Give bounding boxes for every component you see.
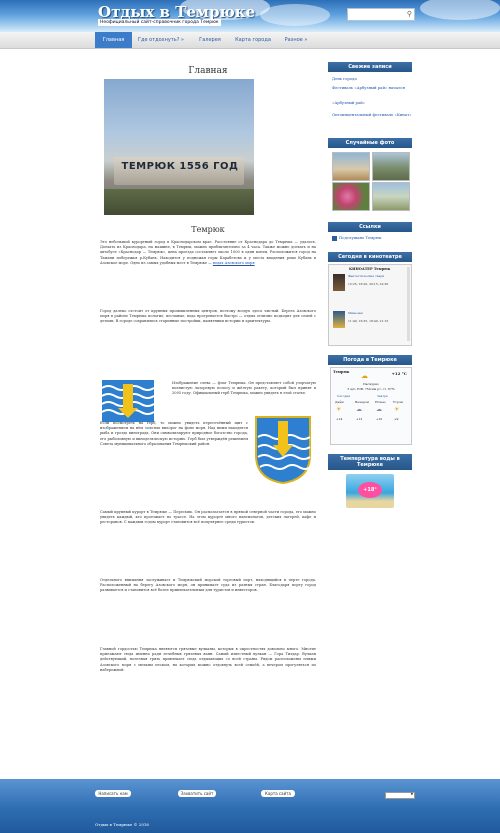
temryuk-flag [102, 380, 154, 422]
nav-item-city-map[interactable]: Карта города [232, 32, 274, 48]
weather-period: Ночью [375, 400, 386, 404]
new-posts-heading: Свежие записи [328, 62, 412, 72]
volcano-paragraph: Главной гордостью Темрюка являются грязе… [100, 647, 316, 672]
coat-of-arms-paragraph: Если посмотреть на герб, то можно увидет… [100, 421, 248, 446]
flag-paragraph: Изображение слева — флаг Темрюка. Он пре… [172, 381, 316, 396]
post-link[interactable]: Фестиваль «Арбузный рай» начался [332, 85, 412, 90]
section-title: Темрюк [191, 225, 225, 234]
post-link[interactable]: «Арбузный рай» [332, 100, 412, 105]
cinema-name: КИНОАТЕР Темрюк [349, 267, 391, 271]
weather-value: +10 [376, 417, 383, 421]
weather-tomorrow-tab[interactable]: Завтра [377, 394, 388, 398]
cinema-heading: Сегодня в кинотеатре [328, 252, 412, 262]
cloud-icon: ☁ [356, 406, 362, 413]
port-paragraph: Отдельного внимания заслуживает и Темрюк… [100, 578, 316, 593]
monument-lettering: ТЕМРЮК 1556 ГОД [121, 161, 239, 172]
nav-item-where-to-rest[interactable]: Где отдохнуть? » [136, 32, 186, 48]
weather-period: Днём [335, 400, 344, 404]
copyright: Отдых в Темрюке © 2016 [95, 822, 149, 827]
water-temperature-value: +18° [358, 482, 382, 498]
film-title[interactable]: Миньоны [348, 311, 406, 315]
sun-icon: ☀ [394, 406, 400, 413]
film-times: 12:25, 18:20, 20:15, 22:30 [348, 282, 389, 286]
city-paragraph: Город далеко отстоит от крупных промышле… [100, 309, 316, 324]
intro-text: Это небольшой курортный город в Краснода… [100, 240, 316, 265]
post-link[interactable]: День города [332, 76, 412, 81]
hero-photo: ТЕМРЮК 1556 ГОД [104, 79, 254, 215]
site-tagline: Неофициальный сайт-справочник города Тем… [98, 19, 221, 26]
nav-item-home[interactable]: Главная [95, 32, 132, 48]
film-times: 11:40, 16:35, 18:40, 21:15 [348, 319, 389, 323]
contact-us-button[interactable]: Написать нам [95, 790, 131, 797]
cloud-decoration [420, 0, 500, 20]
film-poster[interactable] [333, 311, 345, 328]
post-link[interactable]: Оптоинцентальный фестиваль «Кинат» [332, 112, 412, 117]
cloudy-icon: ☁ [361, 372, 368, 380]
weather-widget: Темрюк ☁ +12 °С Пасмурно 3 м/с, ЮВ, 759 … [330, 367, 412, 445]
film-title[interactable]: Фантастические твари [348, 274, 406, 278]
ground [104, 189, 254, 215]
weather-temperature: +12 °С [391, 371, 408, 376]
weather-city: Темрюк [333, 370, 350, 374]
header: Отдых в Темрюке Неофициальный сайт-справ… [0, 0, 500, 32]
links-item[interactable]: Подслушано Темрюк [339, 235, 419, 240]
cinema-widget: КИНОАТЕР Темрюк Фантастические твари 12:… [328, 264, 412, 346]
links-heading: Ссылки [328, 222, 412, 232]
weather-description: Пасмурно [363, 382, 379, 386]
sitemap-button[interactable]: Карта сайта [261, 790, 295, 797]
search-input[interactable]: ⚲ [347, 8, 415, 21]
weather-value: +9 [394, 417, 399, 421]
weather-heading: Погода в Темрюке [328, 355, 412, 365]
water-temperature-badge: +18° [346, 474, 394, 508]
photo-thumbnail[interactable] [372, 152, 410, 181]
footer-select[interactable]: ▼ [385, 792, 415, 799]
search-icon[interactable]: ⚲ [407, 10, 412, 18]
page-title: Главная [188, 66, 228, 76]
film-poster[interactable] [333, 274, 345, 291]
weather-value: +14 [336, 417, 343, 421]
nav-item-gallery[interactable]: Галерея [193, 32, 227, 48]
vk-icon [332, 236, 337, 241]
widget-scrollbar[interactable] [407, 267, 410, 341]
chevron-down-icon: ▼ [410, 792, 413, 796]
weather-value: +12 [356, 417, 363, 421]
weather-period: Утром [393, 400, 403, 404]
weather-period: Вечером [355, 400, 369, 404]
photo-thumbnail[interactable] [372, 182, 410, 211]
photo-thumbnail[interactable] [332, 152, 370, 181]
sun-icon: ☀ [336, 406, 342, 413]
main-navigation: Главная Где отдохнуть? » Галерея Карта г… [0, 32, 500, 49]
capture-site-button[interactable]: Захватить сайт [178, 790, 216, 797]
temryuk-coat-of-arms [255, 416, 311, 485]
nav-item-misc[interactable]: Разное » [281, 32, 311, 48]
photo-thumbnail[interactable] [332, 182, 370, 211]
random-photos-heading: Случайные фото [328, 138, 412, 148]
water-temperature-heading: Температура воды в Темрюке [328, 454, 412, 470]
azov-sea-link[interactable]: водах Азовского моря [213, 261, 255, 265]
weather-details: 3 м/с, ЮВ, 759 мм рт. ст. 87% [347, 387, 395, 391]
resort-paragraph: Самый крупный курорт в Темрюке — Пересып… [100, 510, 316, 525]
cloud-icon: ☁ [376, 406, 382, 413]
intro-paragraph: Это небольшой курортный город в Краснода… [100, 240, 316, 292]
footer: Написать нам Захватить сайт Карта сайта … [0, 779, 500, 833]
cloud-decoration [260, 4, 330, 26]
weather-today-tab[interactable]: Сегодня [337, 394, 350, 398]
